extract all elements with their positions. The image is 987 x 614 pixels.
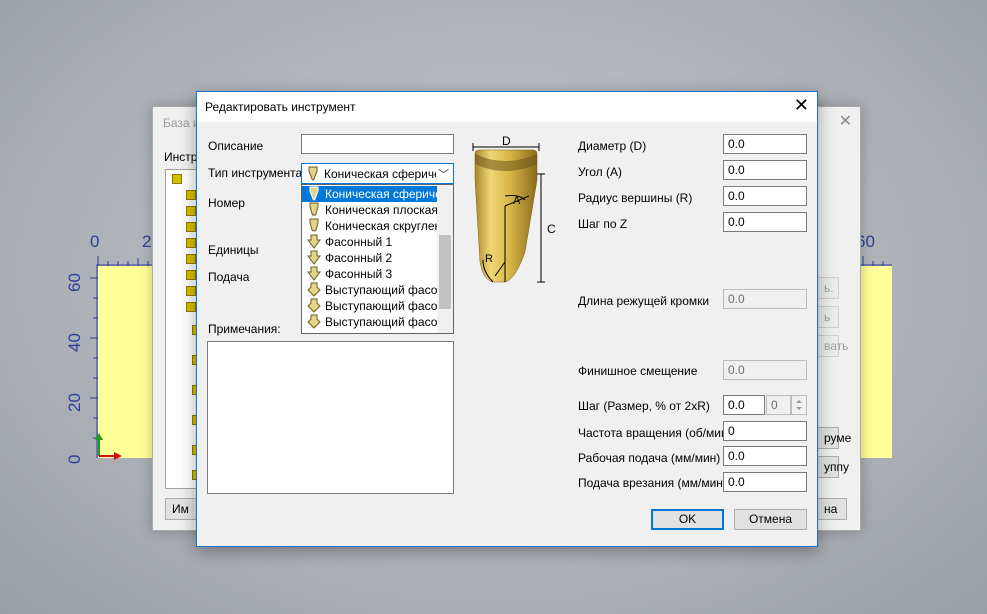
spindle-speed-label: Частота вращения (об/мин) [578,426,732,440]
cut-length-label: Длина режущей кромки [578,294,710,308]
ruler-top-label: 0 [90,232,100,251]
tool-type-option[interactable]: Коническая сферичес [302,186,438,202]
finish-offset-label: Финишное смещение [578,364,698,378]
edit-tool-dialog: Редактировать инструмент ✕ Описание Тип … [196,91,818,547]
folder-icon [186,222,196,232]
dialog-title: Редактировать инструмент [205,100,356,114]
tool-type-value: Коническая сферичес [324,167,436,181]
scrollbar-thumb[interactable] [439,235,451,309]
feed-label: Подача [208,270,250,284]
bg-button[interactable]: уппу [817,456,849,478]
bg-button[interactable]: руме [817,427,851,449]
tools-label: Инстр [164,150,198,164]
description-input[interactable] [301,134,454,154]
close-icon[interactable]: ✕ [794,96,809,114]
notes-label: Примечания: [208,322,281,336]
protruding-form-tool-icon [307,314,321,329]
ok-button[interactable]: OK [651,509,724,530]
angle-input[interactable] [723,160,807,180]
tool-type-dropdown[interactable]: Коническая сферичес Коническая плоская К… [301,184,454,334]
tool-type-select[interactable]: Коническая сферичес ﹀ [301,163,454,184]
feed-rate-label: Рабочая подача (мм/мин) [578,451,721,465]
ball-cone-tool-icon [309,186,319,201]
bg-button[interactable]: на [817,498,847,520]
dropdown-scrollbar[interactable] [437,185,453,333]
folder-icon [186,302,196,312]
bg-button[interactable]: ь. [817,277,839,299]
protruding-form-tool-icon [307,282,321,297]
folder-icon [186,238,196,248]
tool-type-option[interactable]: Выступающий фасонн [302,314,438,330]
radius-dim-label: R [485,253,493,265]
number-label: Номер [208,196,245,210]
plunge-rate-label: Подача врезания (мм/мин) [578,476,727,490]
tool-type-option[interactable]: Коническая плоская [302,202,438,218]
form-tool-icon [307,250,321,265]
tip-radius-input[interactable] [723,186,807,206]
step-z-input[interactable] [723,212,807,232]
chevron-down-icon[interactable]: ﹀ [438,166,449,182]
feed-rate-input[interactable] [723,446,807,466]
folder-icon [186,270,196,280]
window-title: База и [163,116,200,130]
ruler-left-label: 40 [65,333,84,352]
ruler-left-label: 20 [65,393,84,412]
protruding-form-tool-icon [307,298,321,313]
axis-origin-icon [95,433,122,460]
cut-height-dim-label: C [547,222,556,236]
tool-type-option[interactable]: Коническая скруглен [302,218,438,234]
tool-type-option[interactable]: Фасонный 3 [302,266,438,282]
flat-cone-tool-icon [309,202,319,216]
finish-offset-input [723,360,807,380]
stepover-spinner[interactable] [791,395,807,415]
tip-radius-label: Радиус вершины (R) [578,191,693,205]
plunge-rate-input[interactable] [723,472,807,492]
bg-button[interactable]: вать [817,335,848,357]
tool-diagram: D A R [472,134,545,283]
folder-icon [172,174,182,184]
form-tool-icon [307,266,321,281]
bg-button[interactable]: ь [817,306,839,328]
cancel-button[interactable]: Отмена [734,509,807,530]
diameter-label: Диаметр (D) [578,139,647,153]
spindle-speed-input[interactable] [723,421,807,441]
stepover-label: Шаг (Размер, % от 2xR) [578,399,710,413]
diameter-input[interactable] [723,134,807,154]
tool-type-label: Тип инструмента [208,166,303,180]
dialog-titlebar: Редактировать инструмент ✕ [197,92,817,122]
bg-button[interactable]: Им [165,498,197,520]
units-label: Единицы [208,243,259,257]
tool-type-option[interactable]: Фасонный 1 [302,234,438,250]
ruler-left-label: 0 [65,454,84,464]
tool-type-option[interactable]: Выступающий фасонн [302,298,438,314]
notes-textarea[interactable] [207,341,454,494]
rounded-cone-tool-icon [309,218,319,232]
folder-icon [186,206,196,216]
ruler-left [78,266,98,458]
ball-cone-tool-icon [308,166,318,181]
step-z-label: Шаг по Z [578,217,628,231]
diameter-dim-label: D [502,134,511,148]
ruler-left-label: 60 [65,273,84,292]
cut-length-input [723,289,807,309]
tool-type-option[interactable]: Фасонный 2 [302,250,438,266]
stepover-percent-input [766,395,791,415]
folder-icon [186,254,196,264]
ruler-top-label: 2 [142,232,152,251]
form-tool-icon [307,234,321,249]
folder-icon [186,286,196,296]
folder-icon [186,190,196,200]
angle-label: Угол (A) [578,165,622,179]
tool-type-option[interactable]: Выступающий фасонн [302,282,438,298]
description-label: Описание [208,139,264,153]
close-icon[interactable]: ✕ [839,111,852,131]
stepover-input[interactable] [723,395,765,415]
angle-dim-label: A [513,195,521,207]
